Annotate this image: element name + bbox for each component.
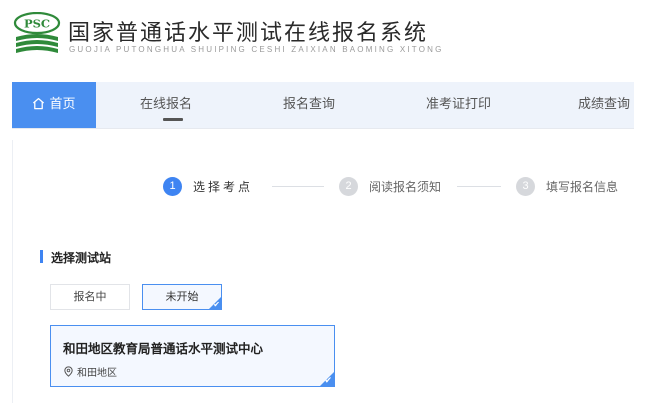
check-icon: ✔: [213, 300, 220, 309]
station-name: 和田地区教育局普通话水平测试中心: [63, 341, 264, 356]
nav-item-label: 准考证打印: [426, 97, 492, 112]
step-connector: [272, 186, 324, 187]
active-tab-indicator: [163, 118, 183, 121]
step-number: 1: [163, 176, 182, 196]
filter-label: 未开始: [165, 290, 199, 303]
step-label: 填写报名信息: [546, 179, 619, 194]
test-station-card[interactable]: 和田地区教育局普通话水平测试中心 和田地区 ✔: [50, 325, 335, 387]
location-pin-icon: [64, 366, 73, 377]
logo-text: PSC: [24, 17, 50, 31]
nav-item-online-registration[interactable]: 在线报名: [140, 82, 192, 128]
home-icon: [33, 97, 45, 109]
nav-item-admission-ticket[interactable]: 准考证打印: [426, 82, 491, 128]
step-read-notice: 2 阅读报名须知: [339, 176, 441, 196]
site-header: PSC 国家普通话水平测试在线报名系统 GUOJIA PUTONGHUA SHU…: [0, 0, 659, 80]
section-title: 选择测试站: [51, 251, 112, 265]
nav-item-label: 首页: [49, 97, 76, 112]
step-number: 3: [516, 176, 535, 196]
site-subtitle: GUOJIA PUTONGHUA SHUIPING CESHI ZAIXIAN …: [69, 45, 444, 54]
step-fill-info: 3 填写报名信息: [516, 176, 618, 196]
step-label: 阅读报名须知: [369, 179, 442, 194]
filter-registering-button[interactable]: 报名中: [50, 284, 130, 310]
location-label: 和田地区: [77, 368, 117, 379]
content-border: [12, 140, 13, 403]
nav-item-label: 在线报名: [140, 97, 193, 112]
nav-item-registration-query[interactable]: 报名查询: [283, 82, 335, 128]
filter-label: 报名中: [73, 290, 107, 303]
check-icon: ✔: [324, 376, 332, 386]
section-marker: [40, 250, 43, 263]
psc-logo[interactable]: PSC: [12, 12, 62, 56]
nav-item-score-query[interactable]: 成绩查询: [578, 82, 630, 128]
step-number: 2: [339, 176, 358, 196]
nav-item-label: 成绩查询: [578, 97, 631, 112]
station-location: 和田地区: [63, 364, 117, 379]
nav-item-label: 报名查询: [283, 97, 336, 112]
filter-not-started-button[interactable]: 未开始 ✔: [142, 284, 222, 310]
site-title: 国家普通话水平测试在线报名系统: [68, 21, 429, 46]
nav-divider: [12, 128, 634, 129]
step-select-site: 1 选择考点: [163, 176, 253, 196]
step-connector: [457, 186, 501, 187]
step-label: 选择考点: [193, 179, 254, 194]
nav-item-home[interactable]: 首页: [12, 82, 96, 128]
main-nav: 首页 在线报名 报名查询 准考证打印 成绩查询: [12, 82, 634, 128]
